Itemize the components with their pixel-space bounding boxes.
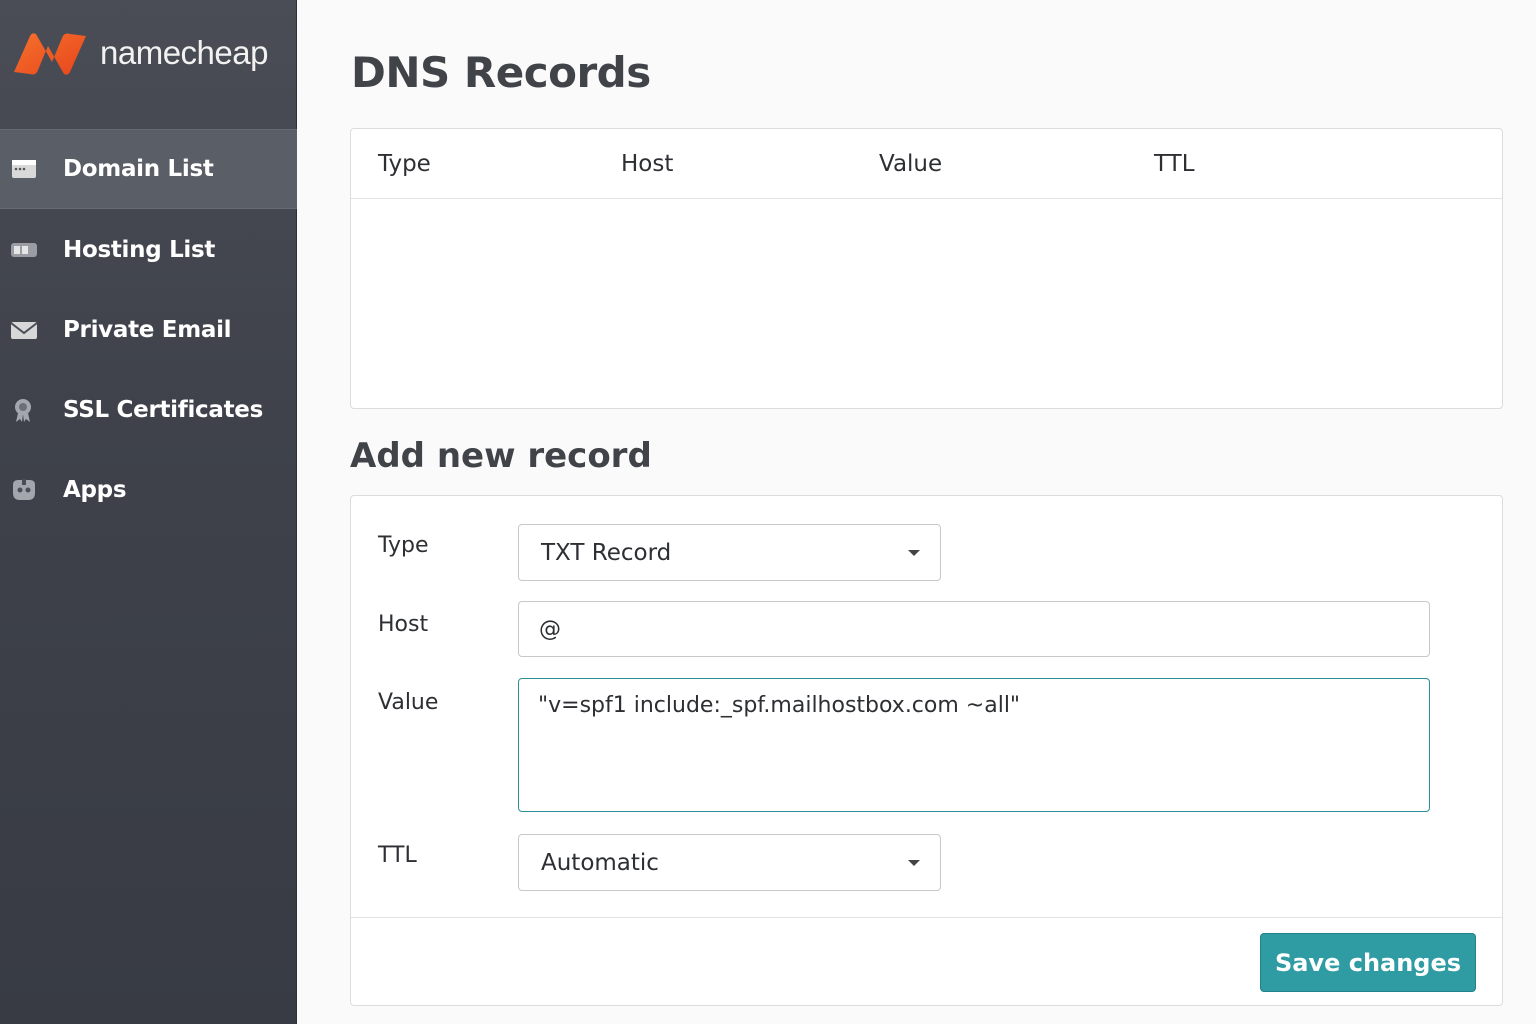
envelope-icon [10,316,38,344]
chevron-down-icon [908,550,920,556]
sidebar-item-label: Hosting List [63,237,216,263]
certificate-icon [10,396,38,424]
namecheap-logo[interactable]: namecheap [12,28,268,78]
host-label: Host [378,612,429,637]
host-input[interactable]: @ [518,601,1430,657]
add-record-title: Add new record [350,436,652,476]
save-changes-button[interactable]: Save changes [1260,933,1476,992]
sidebar-item-domain-list[interactable]: Domain List [0,129,297,209]
form-divider [351,917,1502,918]
ttl-label: TTL [378,843,417,868]
sidebar-item-label: Apps [63,477,127,503]
hosting-list-icon [10,236,38,264]
sidebar-item-private-email[interactable]: Private Email [0,290,297,370]
value-label: Value [378,690,439,715]
sidebar-item-ssl-certificates[interactable]: SSL Certificates [0,370,297,450]
ttl-select-value: Automatic [541,849,659,876]
add-record-form: Type TXT Record Host @ Value "v=spf1 inc… [350,495,1503,1006]
sidebar-item-hosting-list[interactable]: Hosting List [0,210,297,290]
sidebar-item-apps[interactable]: Apps [0,450,297,530]
type-select[interactable]: TXT Record [518,524,941,581]
column-header-type: Type [378,151,431,177]
ttl-select[interactable]: Automatic [518,834,941,891]
sidebar-item-label: Domain List [63,156,214,182]
type-select-value: TXT Record [541,539,672,566]
type-label: Type [378,533,429,558]
value-textarea[interactable]: "v=spf1 include:_spf.mailhostbox.com ~al… [518,678,1430,812]
sidebar-item-label: Private Email [63,317,232,343]
page-title: DNS Records [351,48,651,97]
namecheap-logo-icon [14,33,86,75]
sidebar-item-label: SSL Certificates [63,397,263,423]
domain-list-icon [10,155,38,183]
table-header: Type Host Value TTL [351,129,1502,199]
column-header-ttl: TTL [1154,151,1195,177]
apps-icon [10,476,38,504]
dns-records-table: Type Host Value TTL [350,128,1503,409]
chevron-down-icon [908,860,920,866]
sidebar: namecheap Domain List Hosting List Priva… [0,0,297,1024]
column-header-value: Value [879,151,943,177]
brand-name: namecheap [100,34,268,71]
column-header-host: Host [621,151,674,177]
